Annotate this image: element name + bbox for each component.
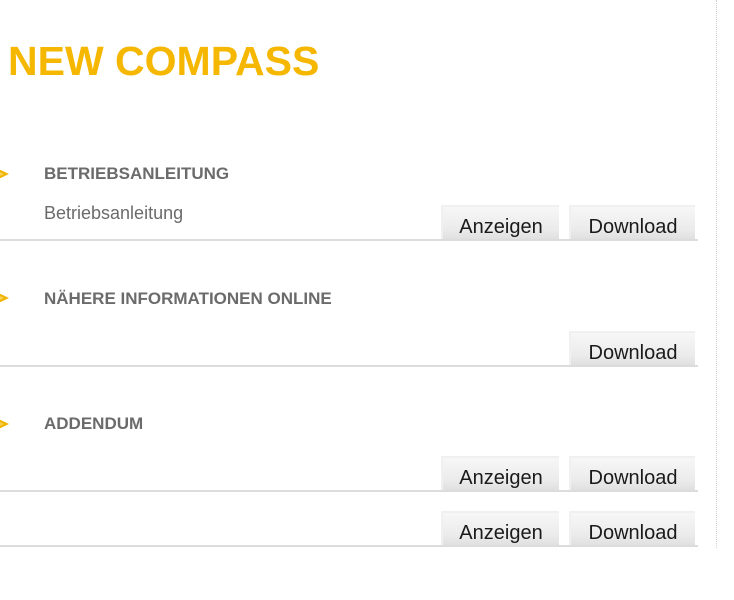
arrow-right-icon: [0, 167, 10, 181]
view-button[interactable]: Anzeigen: [441, 511, 559, 545]
arrow-right-icon: [0, 417, 10, 431]
view-button[interactable]: Anzeigen: [441, 456, 559, 490]
download-button[interactable]: Download: [569, 456, 695, 490]
page-title: NEW COMPASS: [8, 38, 320, 84]
section-heading: BETRIEBSANLEITUNG: [44, 164, 230, 183]
arrow-right-icon: [0, 291, 10, 305]
row-divider: [0, 365, 698, 367]
section-heading: NÄHERE INFORMATIONEN ONLINE: [44, 289, 332, 308]
vertical-divider: [716, 0, 717, 548]
row-divider: [0, 490, 698, 492]
download-button[interactable]: Download: [569, 205, 695, 239]
view-button[interactable]: Anzeigen: [441, 205, 559, 239]
document-label: Betriebsanleitung: [44, 203, 184, 223]
downloads-page: NEW COMPASS BETRIEBSANLEITUNG Betriebsan…: [0, 0, 734, 600]
row-divider: [0, 239, 698, 241]
row-divider: [0, 545, 698, 547]
download-button[interactable]: Download: [569, 511, 695, 545]
section-heading: ADDENDUM: [44, 414, 144, 433]
download-button[interactable]: Download: [569, 331, 695, 365]
